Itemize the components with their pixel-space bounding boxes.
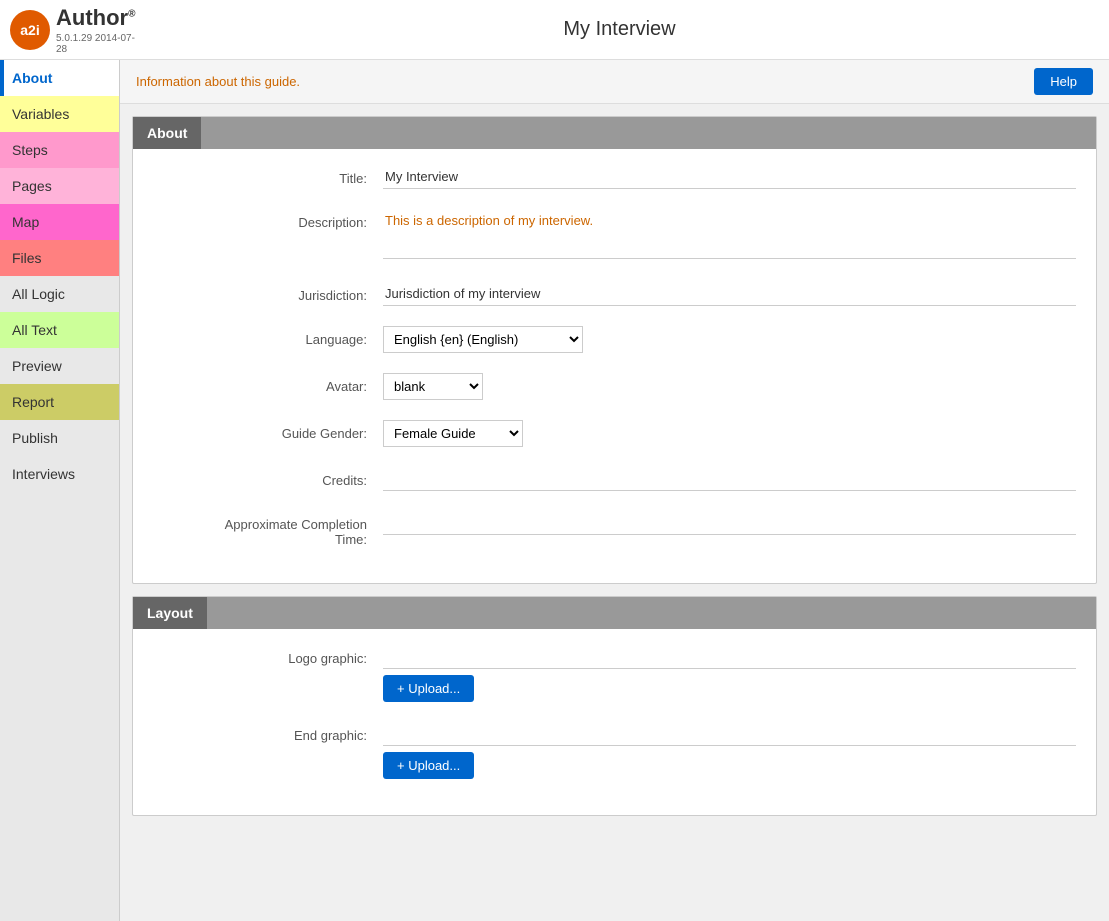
language-row: Language: English {en} (English) French … xyxy=(153,326,1076,353)
sidebar-item-all-logic[interactable]: All Logic xyxy=(0,276,119,312)
about-section-body: Title: Description: This is a descriptio… xyxy=(133,149,1096,583)
help-button[interactable]: Help xyxy=(1034,68,1093,95)
top-bar: Information about this guide. Help xyxy=(120,60,1109,104)
sidebar-item-interviews[interactable]: Interviews xyxy=(0,456,119,492)
sidebar-item-all-text[interactable]: All Text xyxy=(0,312,119,348)
sidebar-item-variables[interactable]: Variables xyxy=(0,96,119,132)
sidebar-item-map[interactable]: Map xyxy=(0,204,119,240)
description-row: Description: This is a description of my… xyxy=(153,209,1076,262)
title-input[interactable] xyxy=(383,165,1076,189)
sidebar-item-report[interactable]: Report xyxy=(0,384,119,420)
end-graphic-input[interactable] xyxy=(383,722,1076,746)
guide-gender-select[interactable]: Female Guide Male Guide xyxy=(383,420,523,447)
completion-time-row: Approximate CompletionTime: xyxy=(153,511,1076,547)
upload-logo-button[interactable]: + Upload... xyxy=(383,675,474,702)
guide-gender-label: Guide Gender: xyxy=(153,420,383,441)
logo-area: a2i Author® 5.0.1.29 2014-07-28 xyxy=(0,5,130,55)
avatar-row: Avatar: blank female male xyxy=(153,373,1076,400)
sidebar-item-steps[interactable]: Steps xyxy=(0,132,119,168)
logo-text-block: Author® 5.0.1.29 2014-07-28 xyxy=(56,5,135,55)
completion-time-input[interactable] xyxy=(383,511,1076,535)
about-section-header-row: About xyxy=(133,117,1096,149)
sidebar-item-preview[interactable]: Preview xyxy=(0,348,119,384)
layout-section-body: Logo graphic: + Upload... End graphic: +… xyxy=(133,629,1096,815)
page-title: My Interview xyxy=(130,18,1109,41)
language-label: Language: xyxy=(153,326,383,347)
sidebar-item-publish[interactable]: Publish xyxy=(0,420,119,456)
avatar-label: Avatar: xyxy=(153,373,383,394)
app-header: a2i Author® 5.0.1.29 2014-07-28 My Inter… xyxy=(0,0,1109,60)
about-section-heading: About xyxy=(133,117,201,149)
language-select[interactable]: English {en} (English) French {fr} (Fren… xyxy=(383,326,583,353)
sidebar-item-about[interactable]: About xyxy=(0,60,119,96)
layout-section-header-row: Layout xyxy=(133,597,1096,629)
guide-gender-row: Guide Gender: Female Guide Male Guide xyxy=(153,420,1076,447)
app-body: About Variables Steps Pages Map Files Al… xyxy=(0,60,1109,921)
avatar-select[interactable]: blank female male xyxy=(383,373,483,400)
version-label: 5.0.1.29 2014-07-28 xyxy=(56,33,135,55)
title-row: Title: xyxy=(153,165,1076,189)
app-name: Author® xyxy=(56,5,135,31)
logo-graphic-label: Logo graphic: xyxy=(153,645,383,666)
description-input[interactable]: This is a description of my interview. xyxy=(383,209,1076,259)
title-label: Title: xyxy=(153,165,383,186)
logo-icon: a2i xyxy=(10,10,50,50)
sidebar-item-pages[interactable]: Pages xyxy=(0,168,119,204)
upload-end-button[interactable]: + Upload... xyxy=(383,752,474,779)
main-content: Information about this guide. Help About… xyxy=(120,60,1109,921)
completion-time-label: Approximate CompletionTime: xyxy=(153,511,383,547)
sidebar: About Variables Steps Pages Map Files Al… xyxy=(0,60,120,921)
credits-label: Credits: xyxy=(153,467,383,488)
description-label: Description: xyxy=(153,209,383,230)
sidebar-item-files[interactable]: Files xyxy=(0,240,119,276)
credits-input[interactable] xyxy=(383,467,1076,491)
layout-section-heading: Layout xyxy=(133,597,207,629)
logo-graphic-row: Logo graphic: + Upload... xyxy=(153,645,1076,702)
logo-graphic-input[interactable] xyxy=(383,645,1076,669)
end-graphic-label: End graphic: xyxy=(153,722,383,743)
layout-panel: Layout Logo graphic: + Upload... End gra… xyxy=(132,596,1097,816)
jurisdiction-row: Jurisdiction: xyxy=(153,282,1076,306)
info-text: Information about this guide. xyxy=(136,74,300,89)
credits-row: Credits: xyxy=(153,467,1076,491)
about-panel: About Title: Description: This is a desc… xyxy=(132,116,1097,584)
end-graphic-row: End graphic: + Upload... xyxy=(153,722,1076,779)
jurisdiction-label: Jurisdiction: xyxy=(153,282,383,303)
jurisdiction-input[interactable] xyxy=(383,282,1076,306)
